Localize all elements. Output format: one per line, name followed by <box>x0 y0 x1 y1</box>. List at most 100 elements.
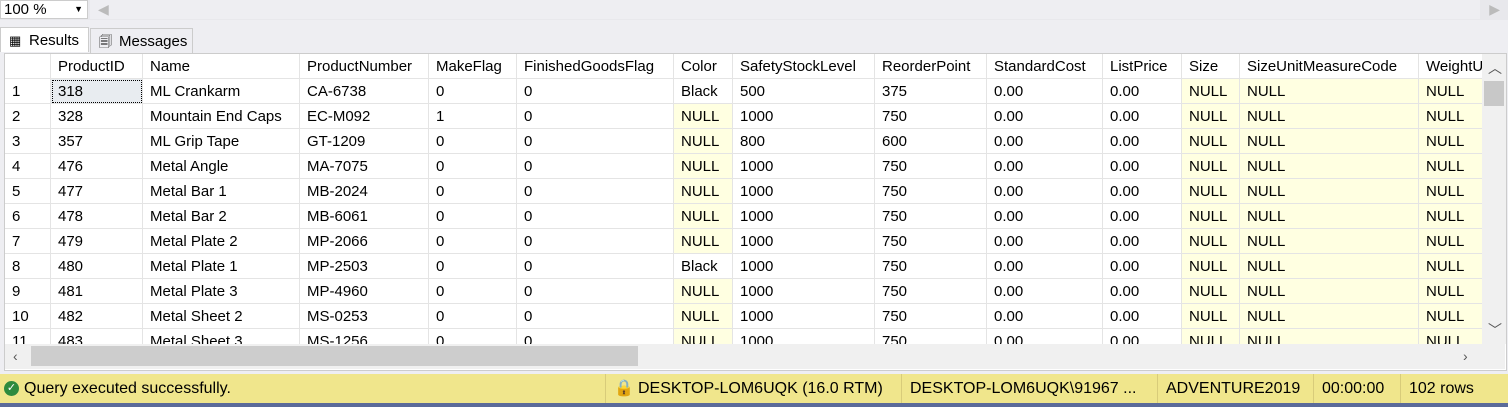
grid-cell[interactable]: NULL <box>1240 304 1419 329</box>
grid-cell[interactable]: 0.00 <box>987 154 1103 179</box>
grid-cell[interactable]: NULL <box>1240 254 1419 279</box>
grid-cell[interactable]: 478 <box>51 204 143 229</box>
grid-cell[interactable]: MB-2024 <box>300 179 429 204</box>
grid-cell[interactable]: 0 <box>517 279 674 304</box>
grid-cell[interactable]: NULL <box>674 304 733 329</box>
grid-cell[interactable]: 482 <box>51 304 143 329</box>
grid-cell[interactable]: 0.00 <box>1103 204 1182 229</box>
grid-cell[interactable]: 1000 <box>733 254 875 279</box>
grid-cell[interactable]: MP-2503 <box>300 254 429 279</box>
row-number[interactable]: 3 <box>5 129 51 154</box>
grid-cell[interactable]: 750 <box>875 304 987 329</box>
scroll-left-icon[interactable]: ◀ <box>98 1 109 18</box>
grid-cell[interactable]: Metal Plate 2 <box>143 229 300 254</box>
grid-cell[interactable]: 0.00 <box>1103 104 1182 129</box>
grid-cell[interactable]: 750 <box>875 104 987 129</box>
grid-cell[interactable]: 0 <box>517 129 674 154</box>
grid-cell[interactable]: NULL <box>674 279 733 304</box>
grid-cell[interactable]: 750 <box>875 204 987 229</box>
grid-cell[interactable]: 0 <box>517 154 674 179</box>
grid-cell[interactable]: 0.00 <box>1103 304 1182 329</box>
grid-cell[interactable]: 750 <box>875 279 987 304</box>
vertical-scroll-thumb[interactable] <box>1484 81 1504 106</box>
grid-cell[interactable]: 0 <box>517 304 674 329</box>
grid-cell[interactable]: NULL <box>1182 179 1240 204</box>
grid-cell[interactable]: NULL <box>674 179 733 204</box>
grid-cell[interactable]: NULL <box>674 154 733 179</box>
column-header[interactable]: SafetyStockLevel <box>733 54 875 79</box>
grid-cell[interactable]: 0 <box>517 204 674 229</box>
scroll-right-icon[interactable]: › <box>1463 348 1468 364</box>
row-number[interactable]: 9 <box>5 279 51 304</box>
grid-cell[interactable]: MS-0253 <box>300 304 429 329</box>
column-header[interactable]: ProductID <box>51 54 143 79</box>
grid-cell[interactable]: 476 <box>51 154 143 179</box>
column-header[interactable]: ListPrice <box>1103 54 1182 79</box>
grid-cell[interactable]: MA-7075 <box>300 154 429 179</box>
grid-cell[interactable]: 0 <box>429 279 517 304</box>
row-number[interactable]: 7 <box>5 229 51 254</box>
grid-cell[interactable]: NULL <box>1240 229 1419 254</box>
grid-cell[interactable]: Metal Bar 2 <box>143 204 300 229</box>
grid-cell[interactable]: NULL <box>674 104 733 129</box>
grid-cell[interactable]: 750 <box>875 179 987 204</box>
grid-cell[interactable]: 0 <box>429 304 517 329</box>
grid-cell[interactable]: 0 <box>429 154 517 179</box>
row-number[interactable]: 10 <box>5 304 51 329</box>
scroll-down-icon[interactable]: ﹀ <box>1488 320 1502 340</box>
grid-cell[interactable]: 0 <box>429 254 517 279</box>
grid-cell[interactable]: 328 <box>51 104 143 129</box>
column-header[interactable]: ProductNumber <box>300 54 429 79</box>
grid-cell[interactable]: Metal Sheet 2 <box>143 304 300 329</box>
column-header[interactable]: ReorderPoint <box>875 54 987 79</box>
grid-cell[interactable]: NULL <box>1182 104 1240 129</box>
grid-cell[interactable]: NULL <box>1182 304 1240 329</box>
grid-cell[interactable]: 0.00 <box>987 104 1103 129</box>
grid-cell[interactable]: GT-1209 <box>300 129 429 154</box>
column-header[interactable] <box>5 54 51 79</box>
grid-cell[interactable]: 357 <box>51 129 143 154</box>
grid-cell[interactable]: 1000 <box>733 154 875 179</box>
horizontal-scroll-thumb[interactable] <box>31 346 638 366</box>
grid-cell[interactable]: 0.00 <box>1103 79 1182 104</box>
grid-cell[interactable]: 0.00 <box>1103 229 1182 254</box>
grid-cell[interactable]: NULL <box>1240 279 1419 304</box>
grid-cell[interactable]: NULL <box>1182 154 1240 179</box>
grid-cell[interactable]: 477 <box>51 179 143 204</box>
grid-cell[interactable]: 1000 <box>733 104 875 129</box>
grid-cell[interactable]: NULL <box>1240 129 1419 154</box>
grid-cell[interactable]: 0 <box>429 204 517 229</box>
grid-cell[interactable]: 0.00 <box>1103 129 1182 154</box>
grid-cell[interactable]: 0 <box>517 79 674 104</box>
grid-cell[interactable]: 480 <box>51 254 143 279</box>
grid-cell[interactable]: NULL <box>674 229 733 254</box>
grid-cell[interactable]: ML Crankarm <box>143 79 300 104</box>
grid-cell[interactable]: 750 <box>875 254 987 279</box>
row-number[interactable]: 2 <box>5 104 51 129</box>
scroll-left-icon[interactable]: ‹ <box>13 348 18 364</box>
grid-cell[interactable]: EC-M092 <box>300 104 429 129</box>
row-number[interactable]: 6 <box>5 204 51 229</box>
grid-cell[interactable]: NULL <box>1182 204 1240 229</box>
grid-cell[interactable]: NULL <box>1182 129 1240 154</box>
grid-cell[interactable]: 0.00 <box>1103 254 1182 279</box>
grid-cell[interactable]: MP-4960 <box>300 279 429 304</box>
grid-cell[interactable]: 0.00 <box>987 79 1103 104</box>
grid-cell[interactable]: 0 <box>517 179 674 204</box>
grid-cell[interactable]: Mountain End Caps <box>143 104 300 129</box>
grid-cell[interactable]: 0.00 <box>987 179 1103 204</box>
grid-cell[interactable]: 0 <box>517 229 674 254</box>
grid-cell[interactable]: NULL <box>1240 179 1419 204</box>
grid-cell[interactable]: NULL <box>1182 279 1240 304</box>
grid-cell[interactable]: 0 <box>429 79 517 104</box>
grid-cell[interactable]: NULL <box>1182 79 1240 104</box>
grid-cell[interactable]: 0 <box>517 254 674 279</box>
grid-cell[interactable]: 600 <box>875 129 987 154</box>
grid-cell[interactable]: NULL <box>674 129 733 154</box>
grid-cell[interactable]: Metal Angle <box>143 154 300 179</box>
grid-cell[interactable]: Black <box>674 254 733 279</box>
scroll-right-icon[interactable]: ▶ <box>1489 1 1500 18</box>
row-number[interactable]: 5 <box>5 179 51 204</box>
grid-cell[interactable]: NULL <box>1240 154 1419 179</box>
grid-cell[interactable]: 1000 <box>733 229 875 254</box>
